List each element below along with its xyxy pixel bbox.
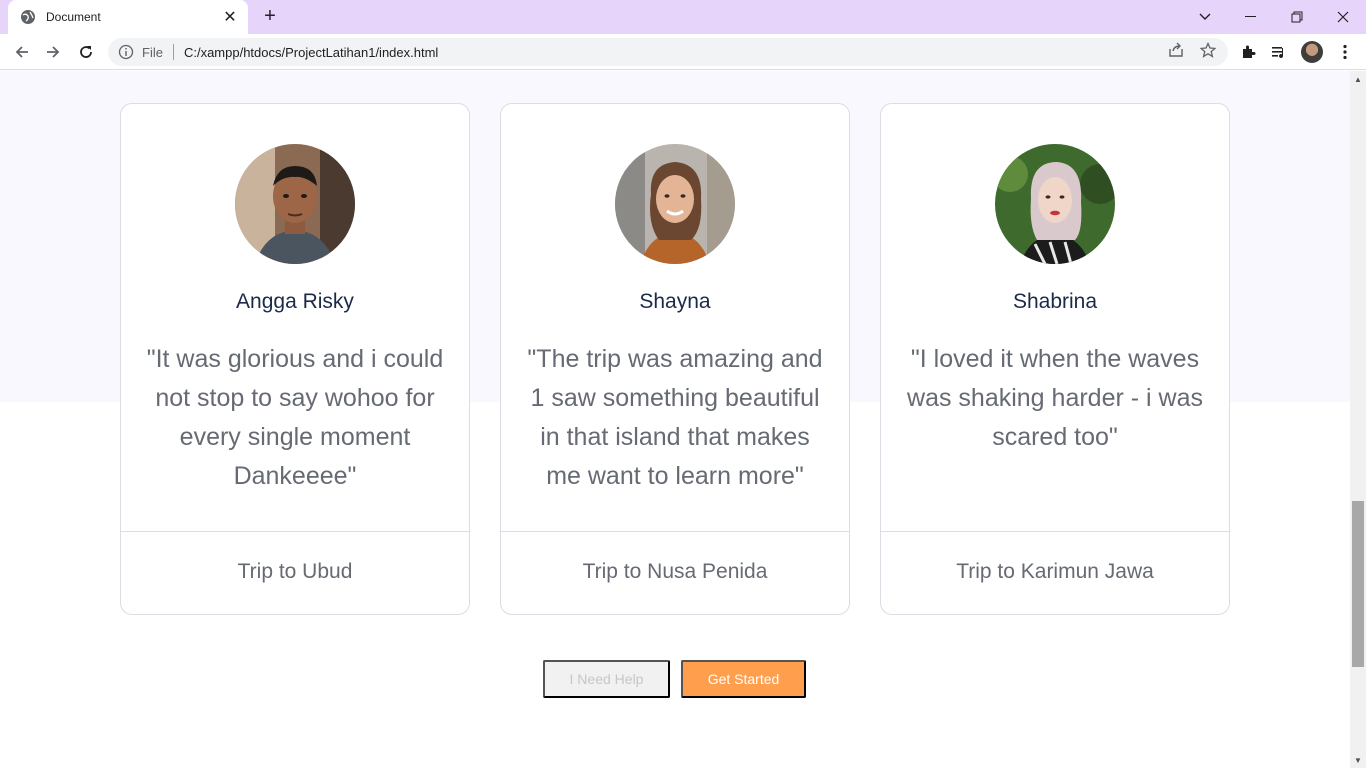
testimonial-card: Shabrina "I loved it when the waves was … xyxy=(880,103,1230,615)
tab-search-icon[interactable] xyxy=(1182,0,1228,34)
card-divider xyxy=(881,531,1229,532)
bookmark-star-icon[interactable] xyxy=(1198,40,1218,60)
testimonial-quote: "It was glorious and i could not stop to… xyxy=(146,345,444,490)
testimonial-trip: Trip to Ubud xyxy=(237,560,353,583)
share-icon[interactable] xyxy=(1166,40,1186,60)
globe-icon xyxy=(20,9,36,25)
testimonial-name: Shabrina xyxy=(1012,290,1098,313)
media-queue-icon[interactable] xyxy=(1267,40,1291,64)
card-divider xyxy=(121,531,469,532)
minimize-button[interactable] xyxy=(1228,0,1274,34)
testimonial-card: Shayna "The trip was amazing and 1 saw s… xyxy=(500,103,850,615)
browser-tab[interactable]: Document ✕ xyxy=(8,0,248,34)
avatar xyxy=(995,144,1115,264)
card-divider xyxy=(501,531,849,532)
page-viewport: Angga Risky "It was glorious and i could… xyxy=(0,71,1350,768)
scroll-up-arrow-icon[interactable]: ▲ xyxy=(1350,71,1366,87)
address-scheme: File xyxy=(142,44,163,60)
testimonial-name: Angga Risky xyxy=(236,290,354,313)
forward-arrow-icon[interactable] xyxy=(41,40,65,64)
get-started-button[interactable]: Get Started xyxy=(681,660,806,698)
menu-kebab-icon[interactable] xyxy=(1333,40,1357,64)
avatar xyxy=(615,144,735,264)
testimonial-name: Shayna xyxy=(639,290,711,313)
testimonial-trip: Trip to Karimun Jawa xyxy=(956,560,1154,583)
close-window-button[interactable] xyxy=(1320,0,1366,34)
testimonial-quote: "I loved it when the waves was shaking h… xyxy=(907,345,1203,451)
testimonial-card: Angga Risky "It was glorious and i could… xyxy=(120,103,470,615)
new-tab-button[interactable]: + xyxy=(260,6,280,26)
back-arrow-icon[interactable] xyxy=(10,40,34,64)
testimonial-trip: Trip to Nusa Penida xyxy=(582,560,768,583)
close-tab-icon[interactable]: ✕ xyxy=(222,7,238,27)
info-icon[interactable] xyxy=(118,44,134,60)
reload-icon[interactable] xyxy=(74,40,98,64)
scroll-down-arrow-icon[interactable]: ▼ xyxy=(1350,752,1366,768)
restore-button[interactable] xyxy=(1274,0,1320,34)
profile-avatar[interactable] xyxy=(1301,41,1323,63)
address-separator xyxy=(172,44,174,60)
scrollbar-thumb[interactable] xyxy=(1352,501,1364,667)
avatar xyxy=(235,144,355,264)
testimonial-quote: "The trip was amazing and 1 saw somethin… xyxy=(527,345,823,490)
browser-tab-strip: Document ✕ + xyxy=(0,0,1366,34)
tab-title: Document xyxy=(46,10,101,24)
need-help-button[interactable]: I Need Help xyxy=(543,660,670,698)
extensions-icon[interactable] xyxy=(1236,40,1260,64)
address-bar[interactable]: File C:/xampp/htdocs/ProjectLatihan1/ind… xyxy=(108,38,1228,66)
browser-toolbar: File C:/xampp/htdocs/ProjectLatihan1/ind… xyxy=(0,34,1366,70)
address-url: C:/xampp/htdocs/ProjectLatihan1/index.ht… xyxy=(183,44,439,60)
vertical-scrollbar[interactable]: ▲ ▼ xyxy=(1350,71,1366,768)
